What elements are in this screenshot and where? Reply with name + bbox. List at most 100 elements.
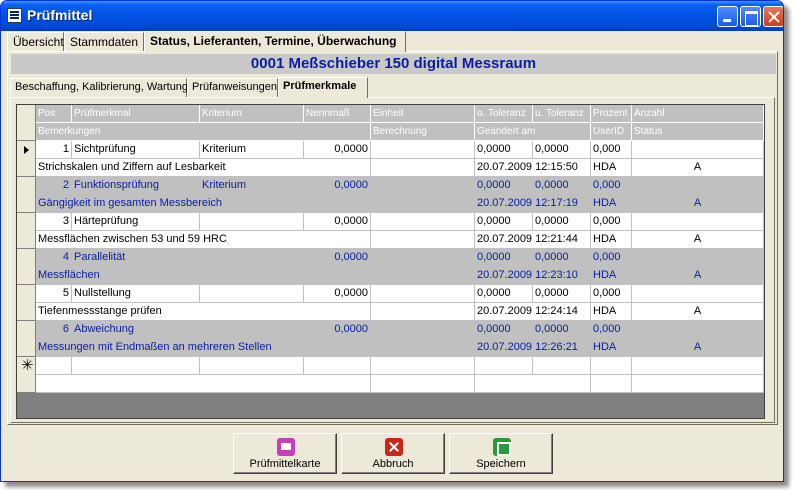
cell-bemerkungen[interactable]: Gängigkeit im gesamten Messbereich (36, 195, 371, 213)
cell-prozent[interactable]: 0,000 (591, 141, 632, 159)
column-header-prozent[interactable]: Prozent (591, 105, 632, 123)
cell-u-toleranz[interactable]: 0,0000 (533, 285, 591, 303)
cell-kriterium[interactable]: Kriterium (200, 177, 304, 195)
column-header-nennmass[interactable]: Nennmaß (304, 105, 371, 123)
cell-u-toleranz[interactable]: 0,0000 (533, 141, 591, 159)
column-header-o-toleranz[interactable]: o. Toleranz (475, 105, 533, 123)
cell-berechnung[interactable] (371, 339, 475, 357)
cell-pruefmerkmal[interactable]: Sichtprüfung (72, 141, 200, 159)
row-selector[interactable] (17, 249, 36, 285)
title-bar[interactable]: Prüfmittel (1, 1, 783, 31)
cell-status[interactable]: A (632, 267, 764, 285)
cell-u-toleranz[interactable]: 0,0000 (533, 213, 591, 231)
pruefmerkmale-grid[interactable]: Pos Prüfmerkmal Kriterium Nennmaß Einheit o. … (16, 104, 765, 419)
cell-kriterium[interactable] (200, 285, 304, 303)
tab-uebersicht[interactable]: Übersicht (7, 32, 64, 51)
cell-pos[interactable]: 2 (36, 177, 72, 195)
cell-userid[interactable]: HDA (591, 195, 632, 213)
cell-geaendert-am[interactable]: 20.07.2009 12:17:19 (475, 195, 591, 213)
cell-userid[interactable]: HDA (591, 339, 632, 357)
cell-anzahl[interactable] (632, 141, 764, 159)
cell-u-toleranz[interactable]: 0,0000 (533, 321, 591, 339)
pruefmittelkarte-button[interactable]: Prüfmittelkarte (233, 433, 337, 474)
cell-prozent[interactable]: 0,000 (591, 249, 632, 267)
cell-o-toleranz[interactable]: 0,0000 (475, 321, 533, 339)
cell-userid[interactable]: HDA (591, 231, 632, 249)
cell-pos[interactable]: 6 (36, 321, 72, 339)
new-cell-userid[interactable] (591, 375, 632, 393)
tab-pruefanweisungen[interactable]: Prüfanweisungen (187, 78, 278, 97)
cell-geaendert-am[interactable]: 20.07.2009 12:21:44 (475, 231, 591, 249)
cell-status[interactable]: A (632, 159, 764, 177)
row-selector[interactable] (17, 321, 36, 357)
cell-nennmass[interactable]: 0,0000 (304, 249, 371, 267)
cell-pruefmerkmal[interactable]: Abweichung (72, 321, 200, 339)
cell-berechnung[interactable] (371, 231, 475, 249)
cell-status[interactable]: A (632, 231, 764, 249)
cell-pos[interactable]: 5 (36, 285, 72, 303)
cell-nennmass[interactable]: 0,0000 (304, 141, 371, 159)
new-cell-berechnung[interactable] (371, 375, 475, 393)
cell-prozent[interactable]: 0,000 (591, 177, 632, 195)
cell-einheit[interactable] (371, 249, 475, 267)
cell-o-toleranz[interactable]: 0,0000 (475, 213, 533, 231)
cell-userid[interactable]: HDA (591, 303, 632, 321)
cell-geaendert-am[interactable]: 20.07.2009 12:23:10 (475, 267, 591, 285)
cell-bemerkungen[interactable]: Messflächen zwischen 53 und 59 HRC (36, 231, 371, 249)
cell-geaendert-am[interactable]: 20.07.2009 12:15:50 (475, 159, 591, 177)
column-header-kriterium[interactable]: Kriterium (200, 105, 304, 123)
column-header-bemerkungen[interactable]: Bemerkungen (36, 123, 371, 141)
cell-einheit[interactable] (371, 321, 475, 339)
cell-pruefmerkmal[interactable]: Nullstellung (72, 285, 200, 303)
row-selector[interactable] (17, 141, 36, 177)
cell-einheit[interactable] (371, 213, 475, 231)
new-cell-prozent[interactable] (591, 357, 632, 375)
cell-pruefmerkmal[interactable]: Funktionsprüfung (72, 177, 200, 195)
new-cell-status[interactable] (632, 375, 764, 393)
cell-pruefmerkmal[interactable]: Parallelität (72, 249, 200, 267)
cell-prozent[interactable]: 0,000 (591, 213, 632, 231)
cell-bemerkungen[interactable]: Messflächen (36, 267, 371, 285)
column-header-userid[interactable]: UserID (591, 123, 632, 141)
cell-kriterium[interactable] (200, 321, 304, 339)
tab-stammdaten[interactable]: Stammdaten (64, 32, 144, 51)
row-selector[interactable] (17, 213, 36, 249)
cell-o-toleranz[interactable]: 0,0000 (475, 249, 533, 267)
new-cell-bemerkungen[interactable] (36, 375, 371, 393)
cell-anzahl[interactable] (632, 285, 764, 303)
cell-geaendert-am[interactable]: 20.07.2009 12:24:14 (475, 303, 591, 321)
cell-nennmass[interactable]: 0,0000 (304, 213, 371, 231)
cell-nennmass[interactable]: 0,0000 (304, 321, 371, 339)
new-cell-kriterium[interactable] (200, 357, 304, 375)
cell-anzahl[interactable] (632, 213, 764, 231)
cell-nennmass[interactable]: 0,0000 (304, 177, 371, 195)
minimize-button[interactable] (717, 6, 738, 27)
column-header-geaendert-am[interactable]: Geändert am (475, 123, 591, 141)
column-header-einheit[interactable]: Einheit (371, 105, 475, 123)
tab-status[interactable]: Status, Lieferanten, Termine, Überwachun… (144, 31, 406, 52)
new-cell-nennmass[interactable] (304, 357, 371, 375)
row-selector[interactable] (17, 177, 36, 213)
new-cell-pos[interactable] (36, 357, 72, 375)
cell-berechnung[interactable] (371, 303, 475, 321)
cell-o-toleranz[interactable]: 0,0000 (475, 141, 533, 159)
cell-o-toleranz[interactable]: 0,0000 (475, 177, 533, 195)
cell-einheit[interactable] (371, 177, 475, 195)
new-cell-o-toleranz[interactable] (475, 357, 533, 375)
new-cell-u-toleranz[interactable] (533, 357, 591, 375)
cell-berechnung[interactable] (371, 267, 475, 285)
cell-anzahl[interactable] (632, 177, 764, 195)
cell-berechnung[interactable] (371, 159, 475, 177)
tab-pruefmerkmale[interactable]: Prüfmerkmale (278, 77, 368, 98)
cell-o-toleranz[interactable]: 0,0000 (475, 285, 533, 303)
column-header-u-toleranz[interactable]: u. Toleranz (533, 105, 591, 123)
cell-kriterium[interactable] (200, 213, 304, 231)
cell-u-toleranz[interactable]: 0,0000 (533, 177, 591, 195)
cell-nennmass[interactable]: 0,0000 (304, 285, 371, 303)
cell-bemerkungen[interactable]: Messungen mit Endmaßen an mehreren Stell… (36, 339, 371, 357)
cell-anzahl[interactable] (632, 249, 764, 267)
column-header-anzahl[interactable]: Anzahl (632, 105, 764, 123)
cell-u-toleranz[interactable]: 0,0000 (533, 249, 591, 267)
new-record-selector[interactable]: ✳ (17, 357, 36, 393)
tab-beschaffung[interactable]: Beschaffung, Kalibrierung, Wartung (10, 78, 188, 97)
